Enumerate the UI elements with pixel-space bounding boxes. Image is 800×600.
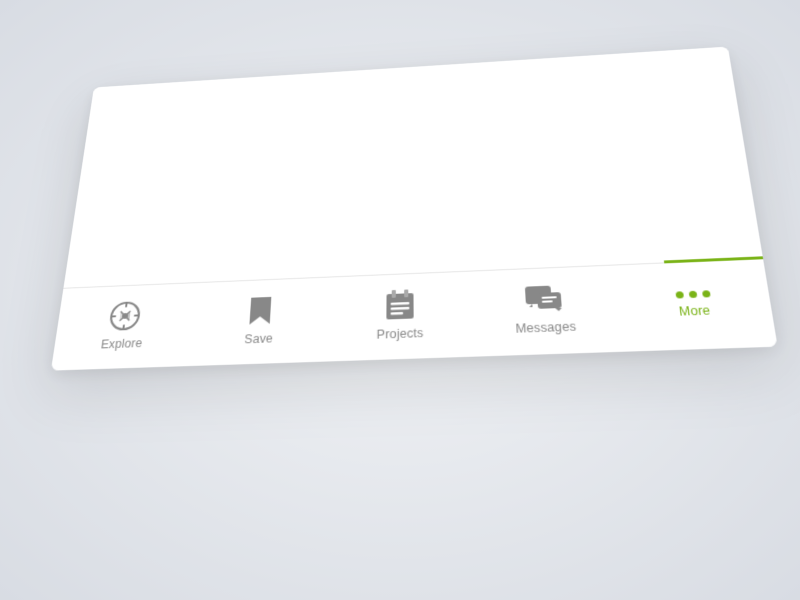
tab-messages[interactable]: Messages <box>471 275 622 344</box>
projects-icon <box>384 289 415 321</box>
tab-projects-label: Projects <box>377 326 424 342</box>
scene: Explore Save <box>0 0 800 600</box>
dot-3 <box>701 290 710 297</box>
tab-projects[interactable]: Projects <box>328 281 472 349</box>
tab-more-label: More <box>678 303 711 318</box>
more-icon <box>675 290 710 298</box>
dot-1 <box>675 291 684 298</box>
tab-explore[interactable]: Explore <box>53 293 194 359</box>
bookmark-icon <box>246 295 274 327</box>
tab-messages-label: Messages <box>515 319 576 335</box>
tab-save-label: Save <box>244 332 273 347</box>
compass-icon <box>107 300 142 332</box>
card-content <box>63 47 763 288</box>
dot-2 <box>688 290 697 297</box>
tab-more[interactable]: More <box>615 269 775 339</box>
app-card: Explore Save <box>51 47 778 371</box>
messages-icon <box>524 284 565 315</box>
tab-explore-label: Explore <box>100 336 143 351</box>
tab-save[interactable]: Save <box>188 287 330 354</box>
